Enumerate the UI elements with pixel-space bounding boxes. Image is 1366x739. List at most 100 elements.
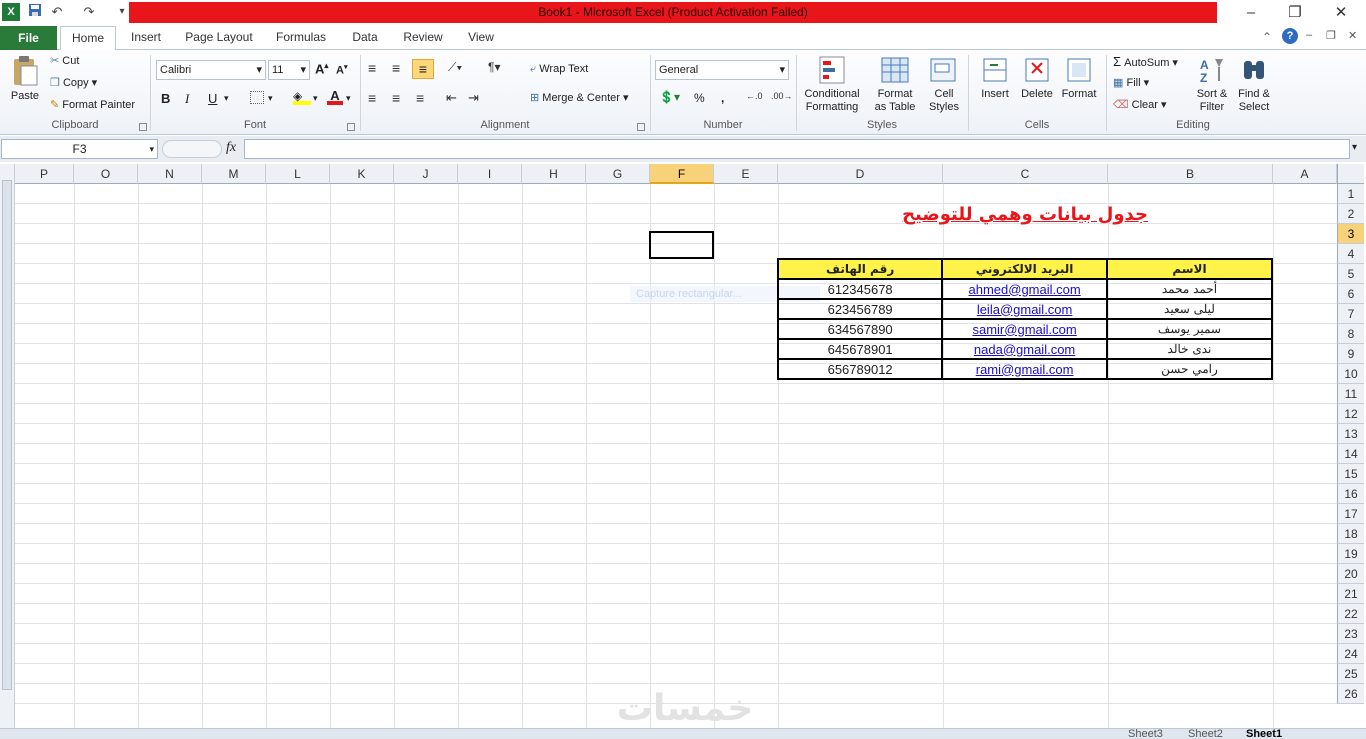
expand-formula-icon[interactable]: ▾ bbox=[1352, 142, 1357, 153]
window-close-small-icon[interactable]: ✕ bbox=[1348, 29, 1357, 42]
insert-function-button[interactable]: fx bbox=[226, 140, 236, 156]
row-header-9[interactable]: 9 bbox=[1337, 344, 1364, 364]
font-color-dropdown-icon[interactable]: ▾ bbox=[346, 93, 351, 104]
font-color-icon[interactable]: A bbox=[327, 88, 343, 106]
formula-expander[interactable] bbox=[162, 140, 222, 158]
save-icon[interactable] bbox=[26, 3, 44, 21]
row-header-18[interactable]: 18 bbox=[1337, 524, 1364, 544]
row-header-12[interactable]: 12 bbox=[1337, 404, 1364, 424]
row-header-3[interactable]: 3 bbox=[1337, 224, 1364, 244]
minimize-ribbon-icon[interactable]: ⌃ bbox=[1262, 30, 1272, 44]
text-direction-icon[interactable]: ¶▾ bbox=[488, 60, 500, 74]
borders-dropdown-icon[interactable]: ▾ bbox=[268, 93, 273, 104]
row-header-24[interactable]: 24 bbox=[1337, 644, 1364, 664]
decrease-indent-icon[interactable]: ⇤ bbox=[446, 90, 457, 106]
name-cell[interactable]: أحمد محمد bbox=[1105, 278, 1274, 300]
increase-indent-icon[interactable]: ⇥ bbox=[468, 90, 479, 106]
row-header-7[interactable]: 7 bbox=[1337, 304, 1364, 324]
column-header-a[interactable]: A bbox=[1273, 164, 1337, 184]
align-left-icon[interactable]: ≡ bbox=[368, 90, 376, 106]
sheet-tab-1[interactable]: Sheet1 bbox=[1246, 729, 1282, 739]
bold-button[interactable]: B bbox=[161, 91, 170, 106]
grow-font-icon[interactable]: A▴ bbox=[315, 61, 328, 76]
name-cell[interactable]: ليلى سعيد bbox=[1105, 298, 1274, 320]
tab-data[interactable]: Data bbox=[344, 26, 386, 50]
row-header-1[interactable]: 1 bbox=[1337, 184, 1364, 204]
close-button[interactable]: ✕ bbox=[1318, 2, 1364, 24]
column-header-o[interactable]: O bbox=[74, 164, 138, 184]
column-header-d[interactable]: D bbox=[778, 164, 943, 184]
select-all-corner[interactable] bbox=[1337, 164, 1364, 184]
tab-review[interactable]: Review bbox=[398, 26, 448, 50]
header-email[interactable]: البريد الالكتروني bbox=[941, 258, 1108, 280]
column-header-p[interactable]: P bbox=[15, 164, 74, 184]
align-middle-icon[interactable]: ≡ bbox=[392, 60, 400, 76]
column-header-e[interactable]: E bbox=[714, 164, 778, 184]
clipboard-launcher-icon[interactable] bbox=[139, 123, 147, 131]
format-painter-button[interactable]: ✎ Format Painter bbox=[50, 99, 135, 112]
row-header-22[interactable]: 22 bbox=[1337, 604, 1364, 624]
align-top-icon[interactable]: ≡ bbox=[368, 60, 376, 76]
number-format-combo[interactable]: General ▾ bbox=[655, 60, 789, 80]
row-header-10[interactable]: 10 bbox=[1337, 364, 1364, 384]
restore-button[interactable]: ❐ bbox=[1272, 2, 1318, 24]
tab-view[interactable]: View bbox=[460, 26, 502, 50]
column-header-b[interactable]: B bbox=[1108, 164, 1273, 184]
cut-button[interactable]: ✂ Cut bbox=[50, 55, 79, 68]
autosum-button[interactable]: Σ AutoSum ▾ bbox=[1113, 55, 1178, 70]
scroll-thumb[interactable] bbox=[2, 180, 12, 690]
window-restore-small-icon[interactable]: ❐ bbox=[1326, 29, 1336, 42]
align-center-icon[interactable]: ≡ bbox=[392, 90, 400, 106]
italic-button[interactable]: I bbox=[185, 91, 189, 107]
email-cell[interactable]: rami@gmail.com bbox=[941, 358, 1108, 380]
borders-icon[interactable] bbox=[250, 91, 264, 104]
tab-page-layout[interactable]: Page Layout bbox=[180, 26, 258, 50]
redo-icon[interactable]: ↷ bbox=[80, 3, 98, 21]
find-select-button[interactable]: Find & Select bbox=[1234, 55, 1274, 114]
clear-button[interactable]: ⌫ Clear ▾ bbox=[1113, 99, 1167, 112]
font-name-combo[interactable]: Calibri ▾ bbox=[156, 60, 266, 80]
header-name[interactable]: الاسم bbox=[1105, 258, 1274, 280]
row-header-14[interactable]: 14 bbox=[1337, 444, 1364, 464]
row-header-16[interactable]: 16 bbox=[1337, 484, 1364, 504]
percent-style-button[interactable]: % bbox=[694, 91, 705, 105]
underline-button[interactable]: U bbox=[208, 91, 217, 106]
row-header-15[interactable]: 15 bbox=[1337, 464, 1364, 484]
column-header-n[interactable]: N bbox=[138, 164, 202, 184]
active-cell[interactable] bbox=[649, 231, 714, 259]
phone-cell[interactable]: 623456789 bbox=[776, 298, 944, 320]
align-right-icon[interactable]: ≡ bbox=[416, 90, 424, 106]
header-phone[interactable]: رقم الهاتف bbox=[776, 258, 944, 280]
help-icon[interactable]: ? bbox=[1282, 28, 1298, 44]
format-cells-button[interactable]: Format bbox=[1058, 55, 1100, 101]
column-header-k[interactable]: K bbox=[330, 164, 394, 184]
row-header-19[interactable]: 19 bbox=[1337, 544, 1364, 564]
orientation-icon[interactable]: ⟋▾ bbox=[448, 60, 462, 75]
conditional-formatting-button[interactable]: Conditional Formatting bbox=[799, 55, 865, 114]
undo-icon[interactable]: ↶ bbox=[48, 3, 66, 21]
tab-file[interactable]: File bbox=[0, 26, 57, 50]
sheet-tab-3[interactable]: Sheet3 bbox=[1128, 729, 1163, 739]
excel-icon[interactable]: X bbox=[2, 3, 20, 21]
tab-formulas[interactable]: Formulas bbox=[270, 26, 332, 50]
row-header-20[interactable]: 20 bbox=[1337, 564, 1364, 584]
column-header-i[interactable]: I bbox=[458, 164, 522, 184]
row-header-21[interactable]: 21 bbox=[1337, 584, 1364, 604]
row-header-26[interactable]: 26 bbox=[1337, 684, 1364, 704]
column-header-l[interactable]: L bbox=[266, 164, 330, 184]
row-header-8[interactable]: 8 bbox=[1337, 324, 1364, 344]
sort-filter-button[interactable]: AZ Sort & Filter bbox=[1192, 55, 1232, 114]
row-header-11[interactable]: 11 bbox=[1337, 384, 1364, 404]
fill-color-dropdown-icon[interactable]: ▾ bbox=[313, 93, 318, 104]
row-header-13[interactable]: 13 bbox=[1337, 424, 1364, 444]
accounting-format-icon[interactable]: 💲▾ bbox=[659, 90, 680, 104]
merge-center-button[interactable]: ⊞ Merge & Center ▾ bbox=[530, 92, 629, 105]
font-launcher-icon[interactable] bbox=[347, 123, 355, 131]
alignment-launcher-icon[interactable] bbox=[637, 123, 645, 131]
column-header-j[interactable]: J bbox=[394, 164, 458, 184]
increase-decimal-icon[interactable]: ←.0 bbox=[746, 91, 763, 101]
shrink-font-icon[interactable]: A▾ bbox=[336, 63, 347, 77]
column-header-f[interactable]: F bbox=[650, 164, 714, 184]
email-cell[interactable]: nada@gmail.com bbox=[941, 338, 1108, 360]
email-cell[interactable]: leila@gmail.com bbox=[941, 298, 1108, 320]
